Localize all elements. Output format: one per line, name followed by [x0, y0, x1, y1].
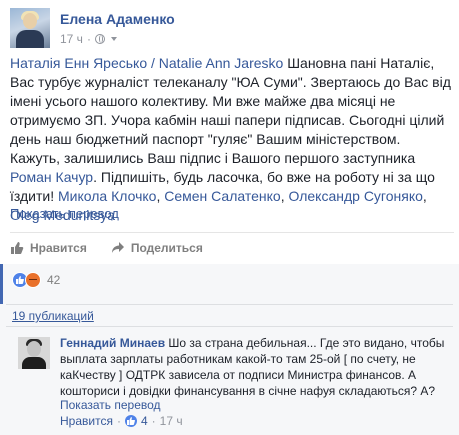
post-text: Наталія Енн Яресько / Natalie Ann Jaresk…	[10, 54, 454, 225]
post-meta: 17 ч ·	[60, 32, 117, 46]
dot-separator: ·	[151, 414, 156, 428]
thumbs-up-icon	[10, 241, 24, 255]
mention-separator: ,	[422, 188, 427, 204]
share-button[interactable]: Поделиться	[111, 241, 203, 255]
like-label: Нравится	[30, 241, 87, 255]
feedback-section: 42 19 публикаций Геннадий Минаев Шо за с…	[0, 264, 459, 435]
post-text-part: Шановна пані Наталіє, Вас турбує журналі…	[10, 55, 451, 166]
mention-mykola-klochko[interactable]: Микола Клочко	[58, 188, 156, 204]
dot-separator: ·	[116, 414, 121, 428]
mention-natalie-jaresko[interactable]: Наталія Енн Яресько / Natalie Ann Jaresk…	[10, 55, 283, 71]
post-actions: Нравится Поделиться	[10, 236, 203, 260]
dot-separator: ·	[86, 32, 91, 46]
like-button[interactable]: Нравится	[10, 241, 87, 255]
comment-author[interactable]: Геннадий Минаев	[60, 336, 165, 350]
mention-semen-salatenko[interactable]: Семен Салатенко	[164, 188, 280, 204]
comment-translate-link[interactable]: Показать перевод	[60, 398, 161, 412]
divider	[6, 304, 453, 305]
shares-link[interactable]: 19 публикаций	[12, 309, 94, 323]
angry-reaction-icon	[25, 272, 41, 288]
mention-roman-kachur[interactable]: Роман Качур	[10, 169, 93, 185]
comment-timestamp[interactable]: 17 ч	[160, 414, 183, 428]
commenter-avatar[interactable]	[18, 337, 50, 369]
like-reaction-icon	[124, 415, 137, 427]
post-timestamp[interactable]: 17 ч	[60, 32, 83, 46]
divider	[6, 326, 453, 327]
comment-text: Геннадий Минаев Шо за страна дебильная..…	[60, 335, 450, 399]
share-label: Поделиться	[130, 241, 203, 255]
mention-oleksandr-sugonyako[interactable]: Олександр Сугоняко	[288, 188, 422, 204]
show-translation-link[interactable]: Показать перевод	[10, 206, 119, 221]
author-avatar[interactable]	[10, 8, 50, 48]
comment-like-count[interactable]: 4	[141, 414, 148, 428]
globe-icon[interactable]	[94, 34, 105, 44]
author-name[interactable]: Елена Адаменко	[60, 11, 175, 27]
accent-bar	[0, 264, 3, 304]
reaction-count[interactable]: 42	[47, 273, 60, 287]
post-header: Елена Адаменко 17 ч ·	[10, 8, 450, 50]
reactions-summary[interactable]: 42	[12, 272, 60, 288]
divider	[10, 232, 454, 233]
comment-actions: Нравится · 4 · 17 ч	[60, 414, 183, 428]
comment-like-button[interactable]: Нравится	[60, 414, 113, 428]
share-arrow-icon	[111, 241, 125, 255]
chevron-down-icon[interactable]	[110, 37, 117, 41]
